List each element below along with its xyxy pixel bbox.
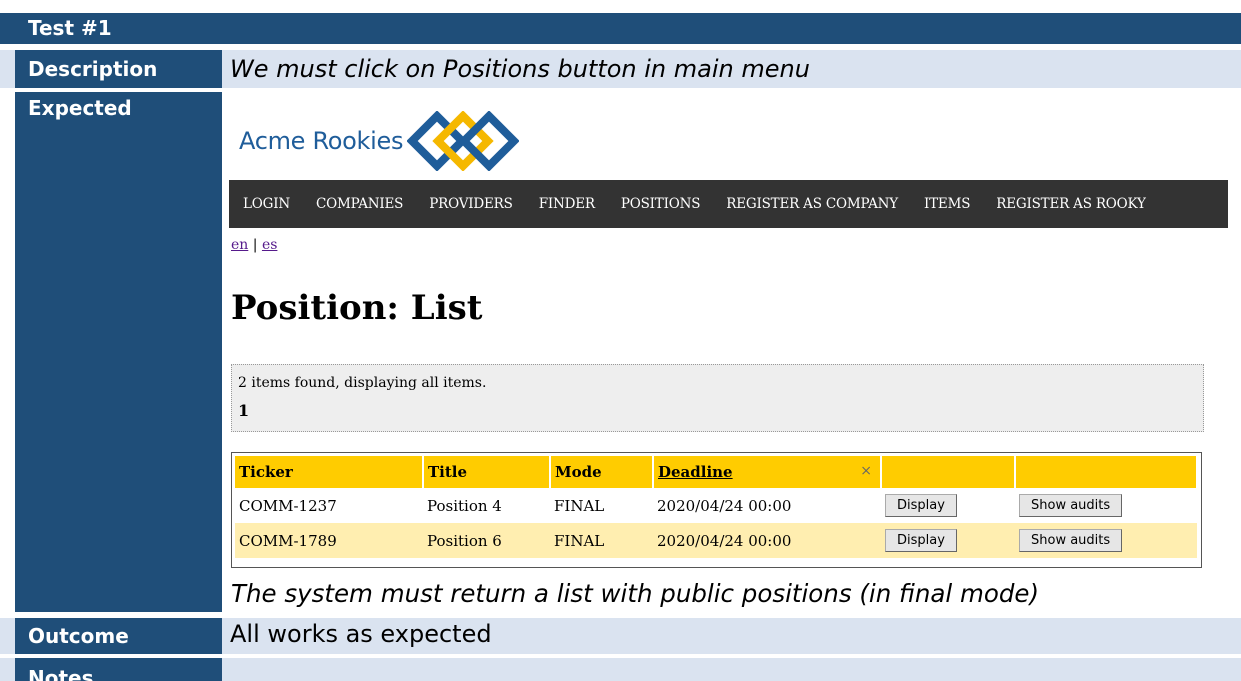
items-found-text: 2 items found, displaying all items.	[238, 375, 487, 391]
outcome-value: All works as expected	[230, 620, 492, 648]
nav-providers[interactable]: PROVIDERS	[429, 196, 513, 212]
table-row: COMM-1789 Position 6 FINAL 2020/04/24 00…	[235, 523, 1197, 558]
cell-audits: Show audits	[1015, 488, 1197, 523]
table-row: COMM-1237 Position 4 FINAL 2020/04/24 00…	[235, 488, 1197, 523]
notes-row: Notes	[0, 658, 1241, 681]
brand[interactable]: Acme Rookies	[239, 111, 520, 171]
header-audits	[1015, 456, 1198, 488]
diamond-chain-logo-icon	[407, 111, 520, 171]
header-deadline-label[interactable]: Deadline	[658, 463, 733, 481]
page-title: Position: List	[231, 288, 483, 328]
cell-ticker: COMM-1789	[235, 523, 423, 558]
cell-display: Display	[881, 523, 1015, 558]
cell-title: Position 4	[423, 488, 550, 523]
cell-title: Position 6	[423, 523, 550, 558]
outcome-row: Outcome All works as expected	[0, 618, 1241, 654]
embedded-webpage: Acme Rookies LOGIN COMPANIES PROVIDERS F…	[229, 96, 1228, 578]
cell-mode: FINAL	[550, 523, 653, 558]
positions-table: Ticker Title Mode Deadline × COMM-1237 Po…	[235, 456, 1198, 558]
notes-label: Notes	[15, 658, 222, 681]
outcome-label: Outcome	[15, 618, 222, 654]
page-number[interactable]: 1	[238, 401, 249, 420]
show-audits-button[interactable]: Show audits	[1019, 529, 1123, 552]
nav-companies[interactable]: COMPANIES	[316, 196, 403, 212]
cell-deadline: 2020/04/24 00:00	[653, 523, 881, 558]
positions-table-container: Ticker Title Mode Deadline × COMM-1237 Po…	[231, 452, 1202, 568]
display-button[interactable]: Display	[885, 529, 957, 552]
header-deadline[interactable]: Deadline ×	[653, 456, 882, 488]
description-row: Description We must click on Positions b…	[0, 50, 1241, 88]
nav-register-company[interactable]: REGISTER AS COMPANY	[726, 196, 898, 212]
table-header-row: Ticker Title Mode Deadline ×	[235, 456, 1198, 488]
test-row: Test #1	[0, 13, 1241, 44]
nav-positions[interactable]: POSITIONS	[621, 196, 701, 212]
clear-sort-icon[interactable]: ×	[860, 463, 872, 479]
show-audits-button[interactable]: Show audits	[1019, 494, 1123, 517]
lang-en-link[interactable]: en	[231, 237, 248, 253]
test-label: Test #1	[15, 13, 222, 44]
description-value: We must click on Positions button in mai…	[230, 55, 810, 83]
expected-caption: The system must return a list with publi…	[231, 579, 1040, 608]
lang-separator: |	[248, 237, 262, 253]
cell-audits: Show audits	[1015, 523, 1197, 558]
header-display	[881, 456, 1016, 488]
cell-mode: FINAL	[550, 488, 653, 523]
pagination-info: 2 items found, displaying all items. 1	[231, 364, 1204, 432]
language-switcher: en | es	[231, 237, 277, 253]
description-label: Description	[15, 50, 222, 88]
nav-finder[interactable]: FINDER	[539, 196, 595, 212]
header-title[interactable]: Title	[423, 456, 551, 488]
lang-es-link[interactable]: es	[262, 237, 277, 253]
cell-display: Display	[881, 488, 1015, 523]
main-menu: LOGIN COMPANIES PROVIDERS FINDER POSITIO…	[229, 180, 1228, 228]
nav-items[interactable]: ITEMS	[924, 196, 970, 212]
nav-login[interactable]: LOGIN	[243, 196, 290, 212]
cell-ticker: COMM-1237	[235, 488, 423, 523]
display-button[interactable]: Display	[885, 494, 957, 517]
cell-deadline: 2020/04/24 00:00	[653, 488, 881, 523]
nav-register-rooky[interactable]: REGISTER AS ROOKY	[996, 196, 1146, 212]
brand-name: Acme Rookies	[239, 127, 404, 155]
header-ticker[interactable]: Ticker	[235, 456, 424, 488]
header-mode[interactable]: Mode	[550, 456, 654, 488]
expected-label: Expected	[15, 92, 222, 612]
